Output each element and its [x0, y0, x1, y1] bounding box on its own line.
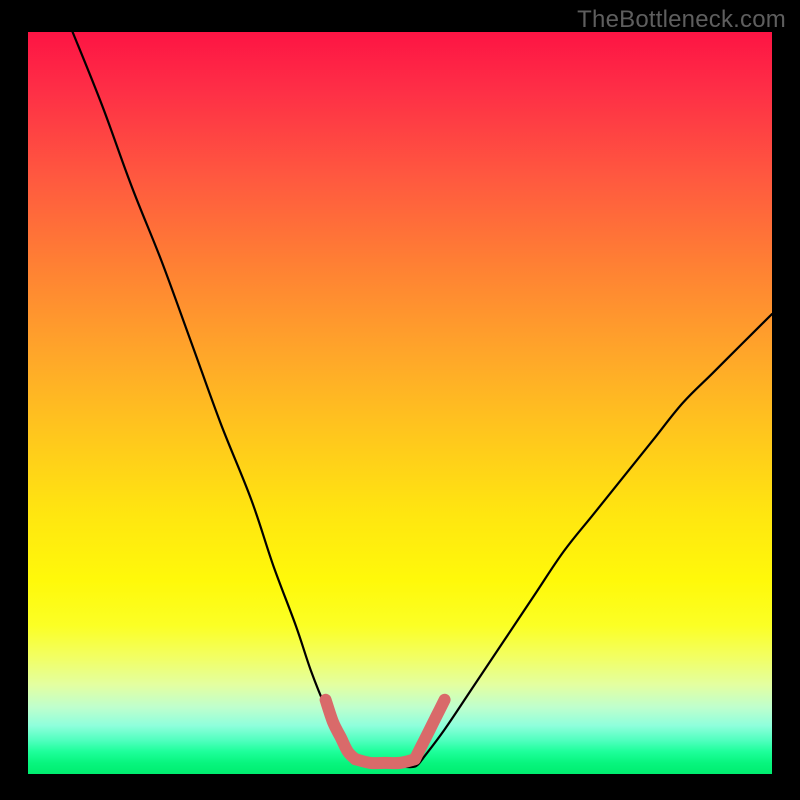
- plot-area: [28, 32, 772, 774]
- watermark-label: TheBottleneck.com: [577, 6, 786, 34]
- curves-svg: [28, 32, 772, 774]
- curve-right-path: [422, 314, 772, 759]
- curve-left-path: [73, 32, 356, 759]
- highlight-plateau-path: [355, 759, 415, 763]
- highlight-left-path: [326, 700, 356, 759]
- chart-frame: TheBottleneck.com: [0, 0, 800, 800]
